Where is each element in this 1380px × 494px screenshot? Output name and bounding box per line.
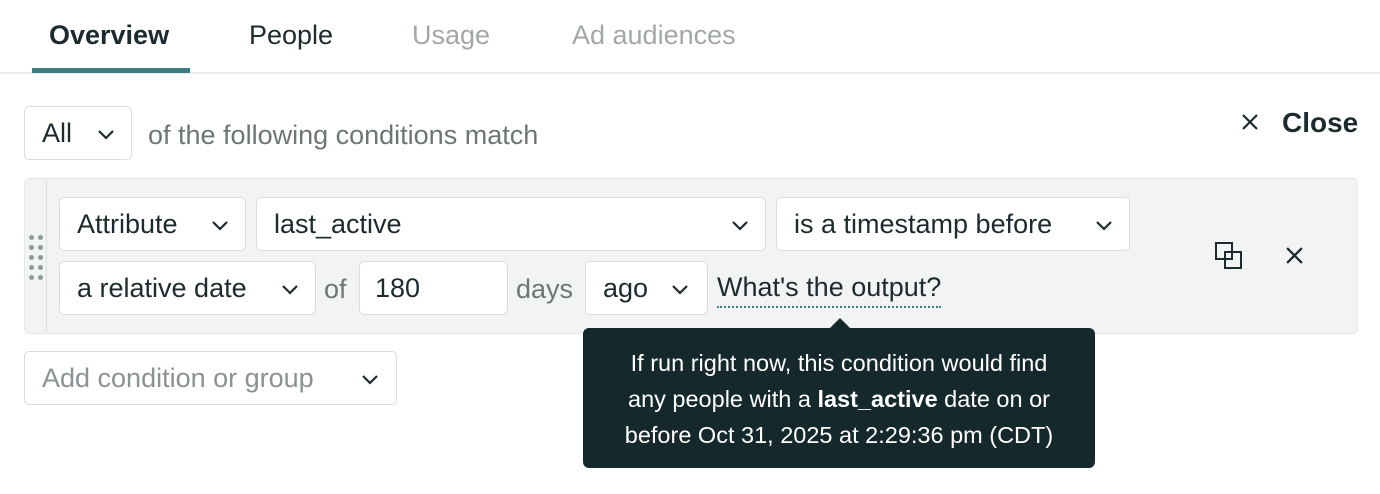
add-condition-select[interactable]: Add condition or group [24,351,397,405]
whats-the-output-link[interactable]: What's the output? [717,270,942,308]
date-mode-value: a relative date [77,273,247,303]
tooltip-attribute: last_active [817,386,938,412]
close-label: Close [1282,107,1359,138]
chevron-down-icon [98,130,114,140]
unit-label: days [516,274,574,304]
chevron-down-icon [672,285,688,295]
tab-usage[interactable]: Usage [412,18,490,52]
active-tab-indicator [32,68,190,73]
tooltip-line-1: If run right now, this condition would f… [630,350,1048,376]
chevron-down-icon [362,375,378,385]
tab-bar: Overview People Usage Ad audiences [0,0,1380,74]
drag-dot [38,255,43,260]
drag-dot [38,235,43,240]
tab-overview[interactable]: Overview [49,18,169,52]
drag-dot [29,235,34,240]
tab-ad-audiences[interactable]: Ad audiences [572,18,736,52]
chevron-down-icon [732,221,748,231]
remove-condition-icon[interactable] [1285,246,1304,265]
tooltip-line-2: any people with a last_active date on or [583,381,1095,417]
direction-select[interactable]: ago [585,261,708,315]
drag-handle[interactable] [25,179,47,332]
date-mode-select[interactable]: a relative date [59,261,316,315]
chevron-down-icon [282,285,298,295]
attribute-select[interactable]: last_active [256,197,766,251]
chevron-down-icon [1096,221,1112,231]
direction-value: ago [603,273,649,303]
match-mode-value: All [42,118,73,148]
amount-input[interactable]: 180 [359,261,508,315]
match-description: of the following conditions match [148,120,539,150]
duplicate-icon[interactable] [1214,241,1244,271]
chevron-down-icon [212,221,228,231]
condition-type-value: Attribute [77,209,178,239]
drag-dot [38,275,43,280]
drag-dot [29,265,34,270]
drag-dot [38,245,43,250]
drag-dot [29,255,34,260]
match-mode-select[interactable]: All [24,106,132,160]
tooltip-text: date on or [937,386,1050,412]
condition-type-select[interactable]: Attribute [59,197,246,251]
add-condition-placeholder: Add condition or group [42,363,314,393]
tooltip-line-3: before Oct 31, 2025 at 2:29:36 pm (CDT) [624,422,1054,448]
tab-people[interactable]: People [249,18,333,52]
of-label: of [324,274,347,304]
operator-value: is a timestamp before [794,209,1053,239]
output-tooltip: If run right now, this condition would f… [583,328,1095,468]
drag-dot [29,245,34,250]
operator-select[interactable]: is a timestamp before [776,197,1130,251]
drag-dot [29,275,34,280]
close-icon [1242,114,1258,130]
attribute-value: last_active [274,209,402,239]
drag-dot [38,265,43,270]
tooltip-text: any people with a [628,386,818,412]
